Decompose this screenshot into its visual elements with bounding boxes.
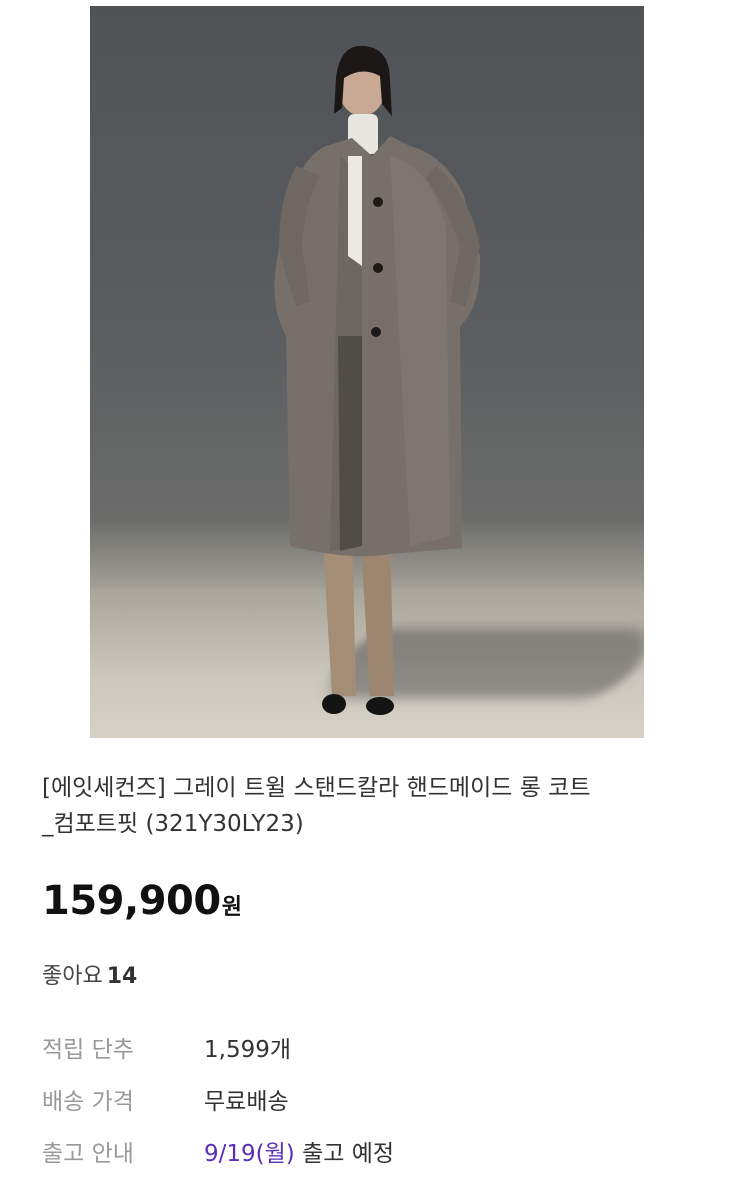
release-suffix: 출고 예정 [302,1141,395,1167]
product-title: [에잇세컨즈] 그레이 트윌 스탠드칼라 핸드메이드 롱 코트 _컴포트핏 (3… [42,770,702,842]
likes-info[interactable]: 좋아요 14 [42,958,137,990]
points-value: 1,599개 [204,1037,292,1063]
product-detail-page: [에잇세컨즈] 그레이 트윌 스탠드칼라 핸드메이드 롱 코트 _컴포트핏 (3… [0,0,732,1200]
release-value: 9/19(월) 출고 예정 [204,1137,394,1171]
product-price: 159,900원 [42,878,242,924]
points-label: 적립 단추 [42,1037,134,1063]
price-amount: 159,900 [42,878,221,924]
shipping-label: 배송 가격 [42,1089,134,1115]
likes-count: 14 [106,964,138,989]
price-unit: 원 [221,895,242,920]
likes-label: 좋아요 [42,964,103,989]
product-title-line-1: [에잇세컨즈] 그레이 트윌 스탠드칼라 핸드메이드 롱 코트 [42,775,591,801]
release-date: 9/19(월) [204,1141,295,1167]
shipping-value: 무료배송 [204,1089,289,1115]
product-image[interactable] [90,6,644,738]
release-label: 출고 안내 [42,1141,134,1167]
model-figure [274,45,481,715]
product-title-line-2: _컴포트핏 (321Y30LY23) [42,811,304,837]
